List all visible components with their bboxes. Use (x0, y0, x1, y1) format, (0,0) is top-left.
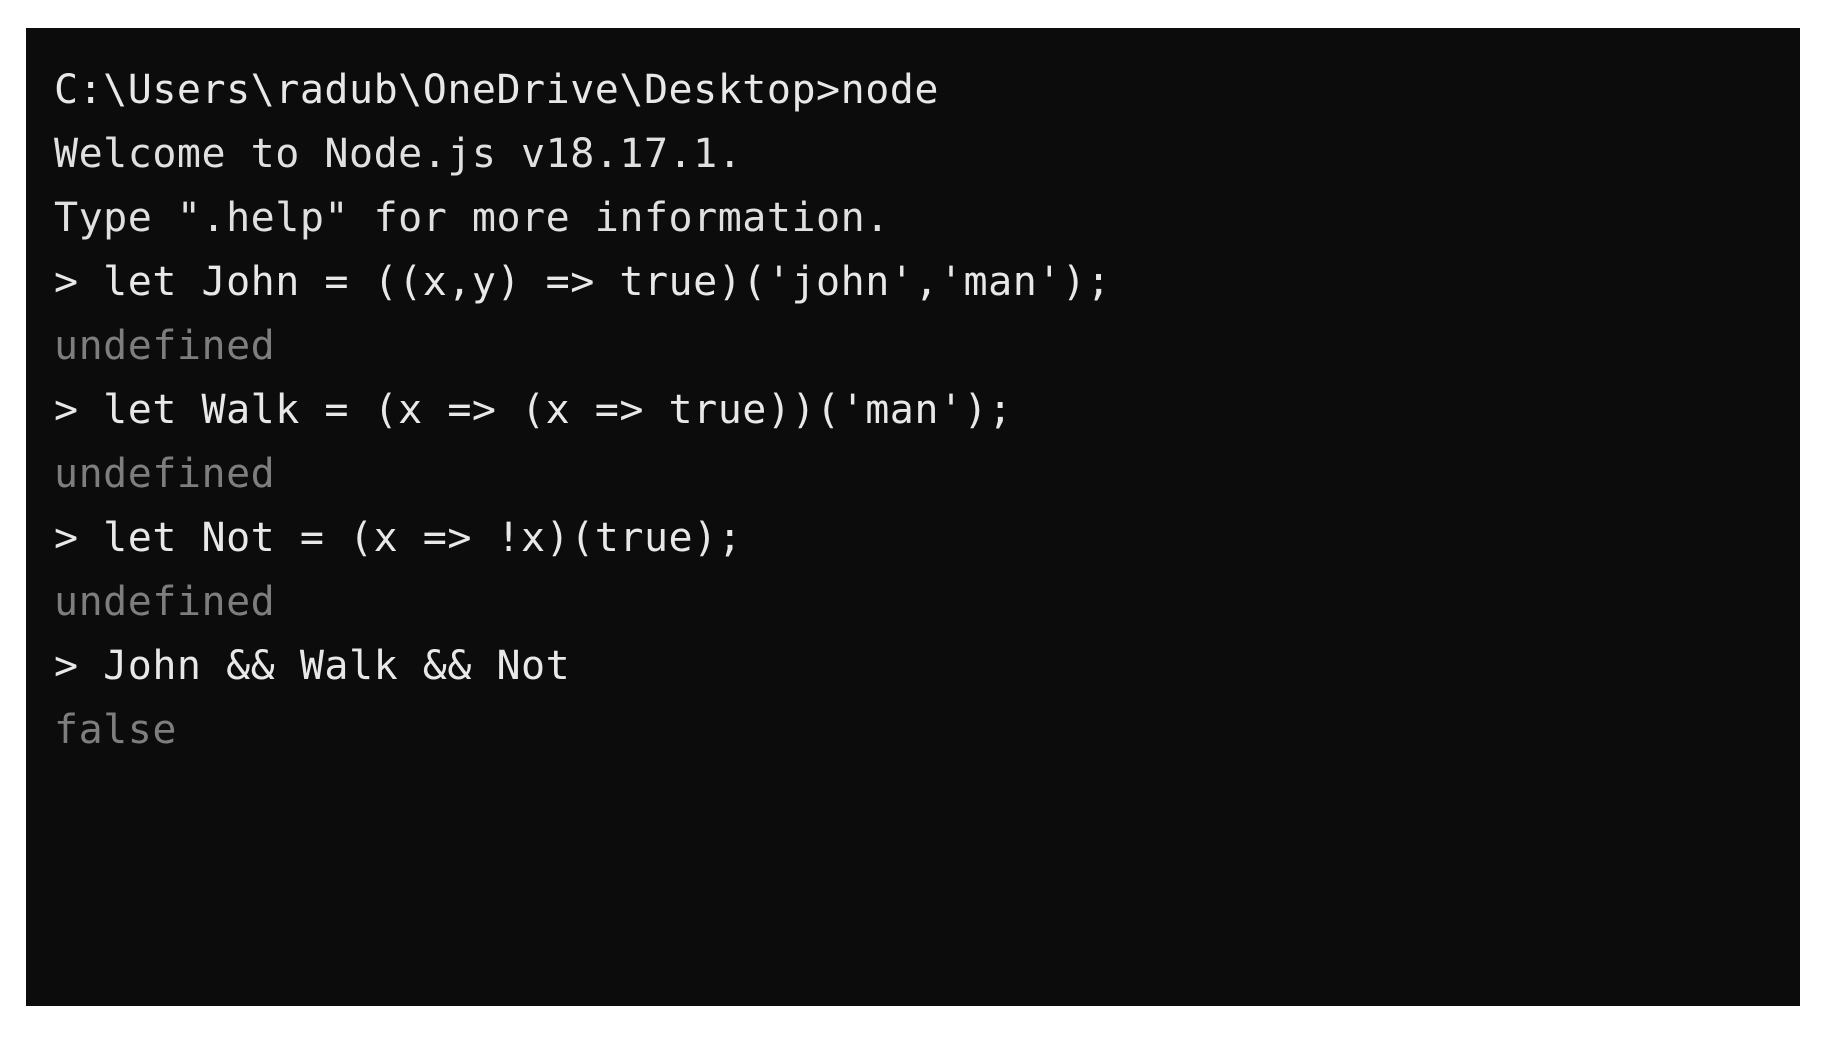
command-prompt-window[interactable]: C:\Users\radub\OneDrive\Desktop>node Welc… (26, 28, 1800, 1006)
terminal-system-line: Welcome to Node.js v18.17.1. (54, 131, 743, 177)
terminal-system-line: Type ".help" for more information. (54, 195, 890, 241)
terminal-input-line: C:\Users\radub\OneDrive\Desktop>node (54, 67, 939, 113)
terminal-result-line: undefined (54, 323, 276, 369)
terminal-input-line: > let Walk = (x => (x => true))('man'); (54, 387, 1013, 433)
terminal-input-line: > John && Walk && Not (54, 643, 571, 689)
terminal-input-line: > let Not = (x => !x)(true); (54, 515, 743, 561)
screenshot-canvas: C:\Users\radub\OneDrive\Desktop>node Welc… (0, 0, 1824, 1039)
terminal-result-line: undefined (54, 579, 276, 625)
terminal-result-line: undefined (54, 451, 276, 497)
terminal-result-line: false (54, 707, 177, 753)
console-output[interactable]: C:\Users\radub\OneDrive\Desktop>node Welc… (26, 58, 1800, 762)
terminal-input-line: > let John = ((x,y) => true)('john','man… (54, 259, 1112, 305)
